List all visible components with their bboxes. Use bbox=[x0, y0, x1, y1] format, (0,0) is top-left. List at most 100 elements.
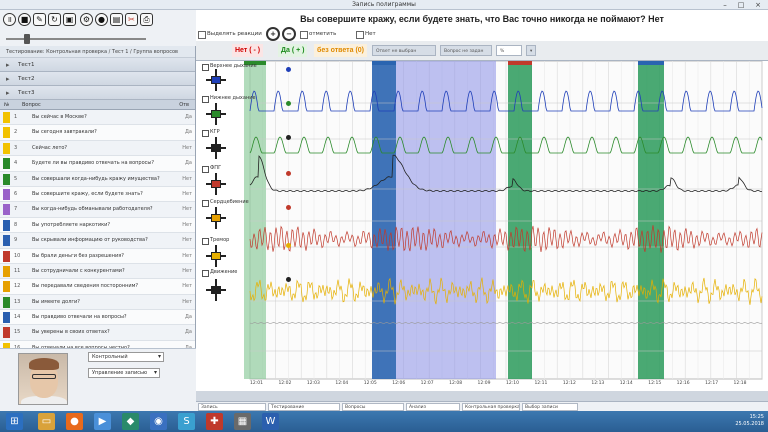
question-color-marker bbox=[3, 173, 10, 185]
question-color-marker bbox=[3, 204, 10, 216]
mark-checkbox[interactable]: отметить bbox=[300, 29, 352, 39]
question-row[interactable]: 7 Вы когда-нибудь обманывали работодателя… bbox=[0, 202, 195, 218]
minimize-icon[interactable]: – bbox=[718, 0, 732, 10]
question-row[interactable]: 1 Вы сейчас в Москве? Да bbox=[0, 110, 195, 126]
word-icon[interactable]: W bbox=[262, 413, 279, 430]
question-list-header: № Вопрос Отв bbox=[0, 100, 195, 110]
refresh-icon[interactable]: ↻ bbox=[48, 13, 61, 26]
question-color-marker bbox=[3, 312, 10, 324]
question-row[interactable]: 5 Вы совершали когда-нибудь кражу имущест… bbox=[0, 171, 195, 187]
section-test1[interactable]: Тест1 bbox=[0, 58, 195, 72]
time-tick-label: 12:16 bbox=[676, 381, 690, 386]
time-tick-label: 12:02 bbox=[278, 381, 292, 386]
question-answer: Да bbox=[185, 314, 192, 321]
print-icon[interactable]: ⎙ bbox=[140, 13, 153, 26]
subject-photo bbox=[18, 353, 68, 405]
question-color-marker bbox=[3, 158, 10, 170]
percent-field[interactable]: % bbox=[496, 45, 522, 56]
question-row[interactable]: 2 Вы сегодня завтракали? Да bbox=[0, 125, 195, 141]
time-tick-label: 12:12 bbox=[562, 381, 576, 386]
question-row[interactable]: 8 Вы употребляете наркотики? Нет bbox=[0, 217, 195, 234]
time-axis: 12:01 12:02 12:03 12:04 12:05 12:06 12:07 12:08… bbox=[250, 379, 762, 391]
question-text: Вы сотрудничали с конкурентами? bbox=[32, 267, 125, 274]
start-icon[interactable]: ⊞ bbox=[6, 413, 23, 430]
channel-label[interactable]: Движение bbox=[202, 269, 237, 277]
firefox-icon[interactable]: ● bbox=[66, 413, 83, 430]
channel-label[interactable]: Тремор bbox=[202, 237, 229, 245]
question-row[interactable]: 4 Будете ли вы правдиво отвечать на вопро… bbox=[0, 156, 195, 172]
status-tab[interactable]: Контрольная проверка bbox=[462, 403, 520, 411]
channel-scale-control[interactable] bbox=[204, 137, 228, 159]
status-tab[interactable]: Вопросы bbox=[342, 403, 404, 411]
edit-icon[interactable]: ✎ bbox=[33, 13, 46, 26]
close-icon[interactable]: × bbox=[751, 0, 765, 10]
highlight-checkbox[interactable]: Выделять реакции bbox=[198, 29, 266, 39]
maximize-icon[interactable]: □ bbox=[734, 0, 748, 10]
recording-dropdown[interactable]: Управление записью bbox=[88, 368, 160, 378]
status-tab[interactable]: Запись bbox=[198, 403, 266, 411]
media-icon[interactable]: ▶ bbox=[94, 413, 111, 430]
question-text: Вы передавали сведения посторонним? bbox=[32, 283, 139, 290]
tab-no-question[interactable]: Вопрос не задан bbox=[440, 45, 492, 56]
time-tick-label: 12:01 bbox=[250, 381, 263, 386]
question-text: Вы совершали когда-нибудь кражу имуществ… bbox=[32, 175, 160, 182]
save-icon[interactable]: ▣ bbox=[63, 13, 76, 26]
question-row[interactable]: 15 Вы уверены в своих ответах? Да bbox=[0, 325, 195, 341]
question-row[interactable]: 13 Вы имеете долги? Нет bbox=[0, 294, 195, 311]
answer-bar: Нет ( - ) Да ( + ) без ответа (0) Ответ … bbox=[196, 41, 768, 61]
tab-no-answer[interactable]: Ответ не выбран bbox=[372, 45, 436, 56]
question-text: Сейчас лето? bbox=[32, 144, 68, 151]
question-code: 14 bbox=[14, 314, 21, 321]
speed-slider[interactable] bbox=[0, 32, 196, 46]
skype-icon[interactable]: S bbox=[178, 413, 195, 430]
status-tab[interactable]: Анализ bbox=[406, 403, 460, 411]
question-row[interactable]: 14 Вы правдиво отвечали на вопросы? Да bbox=[0, 310, 195, 326]
question-answer: Нет bbox=[182, 206, 192, 213]
channel-label[interactable]: ФПГ bbox=[202, 165, 221, 173]
info-icon[interactable]: ● bbox=[95, 13, 108, 26]
section-test3[interactable]: Тест3 bbox=[0, 86, 195, 100]
question-row[interactable]: 12 Вы передавали сведения посторонним? Нет bbox=[0, 279, 195, 295]
channel-label[interactable]: Нижнее дыхание bbox=[202, 95, 256, 103]
status-tab[interactable]: Тестирование bbox=[268, 403, 340, 411]
percent-dropdown-icon[interactable]: ▾ bbox=[526, 45, 536, 56]
question-row[interactable]: 3 Сейчас лето? Нет bbox=[0, 140, 195, 157]
app-icon-2[interactable]: ◉ bbox=[150, 413, 167, 430]
app-icon-1[interactable]: ◆ bbox=[122, 413, 139, 430]
status-tab[interactable]: Выбор записи bbox=[522, 403, 578, 411]
channel-scale-control[interactable] bbox=[204, 279, 228, 301]
channel-scale-control[interactable] bbox=[204, 173, 228, 195]
polygraph-app-icon[interactable]: ✚ bbox=[206, 413, 223, 430]
app-icon-3[interactable]: ▦ bbox=[234, 413, 251, 430]
answer-none-button[interactable]: без ответа (0) bbox=[314, 44, 368, 57]
pause-icon[interactable]: ॥ bbox=[3, 13, 16, 26]
settings-icon[interactable]: ⚙ bbox=[80, 13, 93, 26]
zoom-out-icon[interactable]: − bbox=[282, 27, 296, 41]
answer-yes-button[interactable]: Да ( + ) bbox=[278, 44, 308, 57]
question-row[interactable]: 9 Вы скрывали информацию от руководства? Н… bbox=[0, 233, 195, 249]
question-row[interactable]: 11 Вы сотрудничали с конкурентами? Нет bbox=[0, 263, 195, 280]
question-row[interactable]: 10 Вы брали деньги без разрешения? Нет bbox=[0, 248, 195, 264]
channel-scale-control[interactable] bbox=[204, 103, 228, 125]
mode-dropdown[interactable]: Контрольный bbox=[88, 352, 164, 362]
channel-scale-control[interactable] bbox=[204, 207, 228, 229]
zoom-in-icon[interactable]: + bbox=[266, 27, 280, 41]
stop-icon[interactable]: ■ bbox=[18, 13, 31, 26]
no-checkbox[interactable]: Нет bbox=[356, 29, 396, 39]
explorer-icon[interactable]: ▭ bbox=[38, 413, 55, 430]
channel-label[interactable]: Сердцебиение bbox=[202, 199, 249, 207]
polygram-chart[interactable]: Верхнее дыхание Нижнее дыхание КГР ФПГ Сердц… bbox=[196, 60, 768, 391]
answer-no-button[interactable]: Нет ( - ) bbox=[232, 44, 264, 57]
question-code: 1 bbox=[14, 114, 18, 120]
report-icon[interactable]: ▤ bbox=[110, 13, 123, 26]
tools-icon[interactable]: ✂ bbox=[125, 13, 138, 26]
question-color-marker bbox=[3, 296, 10, 308]
slider-knob[interactable] bbox=[24, 34, 30, 44]
channel-scale-control[interactable] bbox=[204, 245, 228, 267]
channel-label[interactable]: КГР bbox=[202, 129, 220, 137]
channel-scale-control[interactable] bbox=[204, 69, 228, 91]
question-row[interactable]: 6 Вы совершите кражу, если будете знать? Н… bbox=[0, 186, 195, 203]
question-color-marker bbox=[3, 188, 10, 200]
section-test2[interactable]: Тест2 bbox=[0, 72, 195, 86]
time-tick-label: 12:03 bbox=[306, 381, 320, 386]
